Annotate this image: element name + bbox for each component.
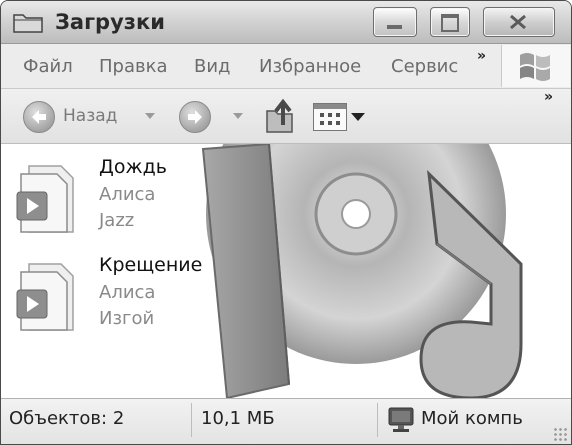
windows-logo: [501, 45, 570, 87]
file-artist: Алиса: [99, 184, 156, 205]
status-bar: Объектов: 2 10,1 МБ Мой компь: [1, 398, 571, 444]
minimize-button[interactable]: [373, 7, 417, 37]
list-item-file[interactable]: Дождь Алиса Jazz: [15, 156, 205, 246]
menu-view[interactable]: Вид: [194, 56, 231, 77]
resize-grip[interactable]: [553, 427, 567, 441]
window-title: Загрузки: [55, 10, 165, 34]
file-list-area: Дождь Алиса Jazz Крещение Алиса Изгой: [1, 144, 571, 398]
back-label[interactable]: Назад: [63, 106, 117, 126]
music-folder-watermark: [201, 144, 523, 398]
status-divider: [191, 403, 192, 437]
menu-overflow-button[interactable]: »: [477, 48, 486, 64]
forward-arrow-icon: [188, 110, 202, 124]
back-history-dropdown[interactable]: [145, 113, 155, 119]
toolbar: Назад »: [1, 89, 571, 144]
forward-button[interactable]: [179, 101, 211, 133]
list-item-file[interactable]: Крещение Алиса Изгой: [15, 254, 205, 344]
folder-icon: [13, 14, 43, 33]
status-object-count: Объектов: 2: [9, 408, 125, 429]
folder-up-icon[interactable]: [263, 97, 299, 135]
back-button[interactable]: [23, 101, 55, 133]
audio-file-icon: [16, 165, 74, 233]
view-mode-dropdown[interactable]: [351, 113, 365, 121]
file-album: Изгой: [99, 308, 155, 329]
thumbnails-view-icon: [314, 104, 346, 125]
status-divider: [377, 403, 378, 437]
file-name: Крещение: [99, 254, 203, 276]
menu-bar: Файл Правка Вид Избранное Сервис »: [1, 44, 571, 89]
status-location: Мой компь: [421, 408, 523, 429]
back-arrow-icon: [32, 110, 46, 124]
forward-history-dropdown[interactable]: [233, 113, 243, 119]
computer-icon: [388, 407, 414, 432]
status-size: 10,1 МБ: [201, 408, 275, 429]
menu-favorites[interactable]: Избранное: [259, 56, 361, 77]
view-mode-button[interactable]: [313, 103, 347, 131]
close-icon: [510, 14, 526, 30]
maximize-button[interactable]: [430, 7, 470, 37]
close-button[interactable]: [483, 7, 555, 37]
menu-tools[interactable]: Сервис: [391, 56, 459, 77]
file-album: Jazz: [99, 210, 135, 231]
toolbar-overflow-button[interactable]: »: [544, 89, 553, 105]
menu-edit[interactable]: Правка: [99, 56, 168, 77]
audio-file-icon: [16, 263, 74, 331]
title-bar[interactable]: Загрузки: [1, 1, 571, 44]
file-name: Дождь: [99, 156, 167, 178]
menu-file[interactable]: Файл: [23, 56, 73, 77]
file-artist: Алиса: [99, 282, 156, 303]
explorer-window: Загрузки Файл Правка Вид Избранное Серви…: [0, 0, 572, 445]
windows-flag-icon: [520, 53, 550, 81]
